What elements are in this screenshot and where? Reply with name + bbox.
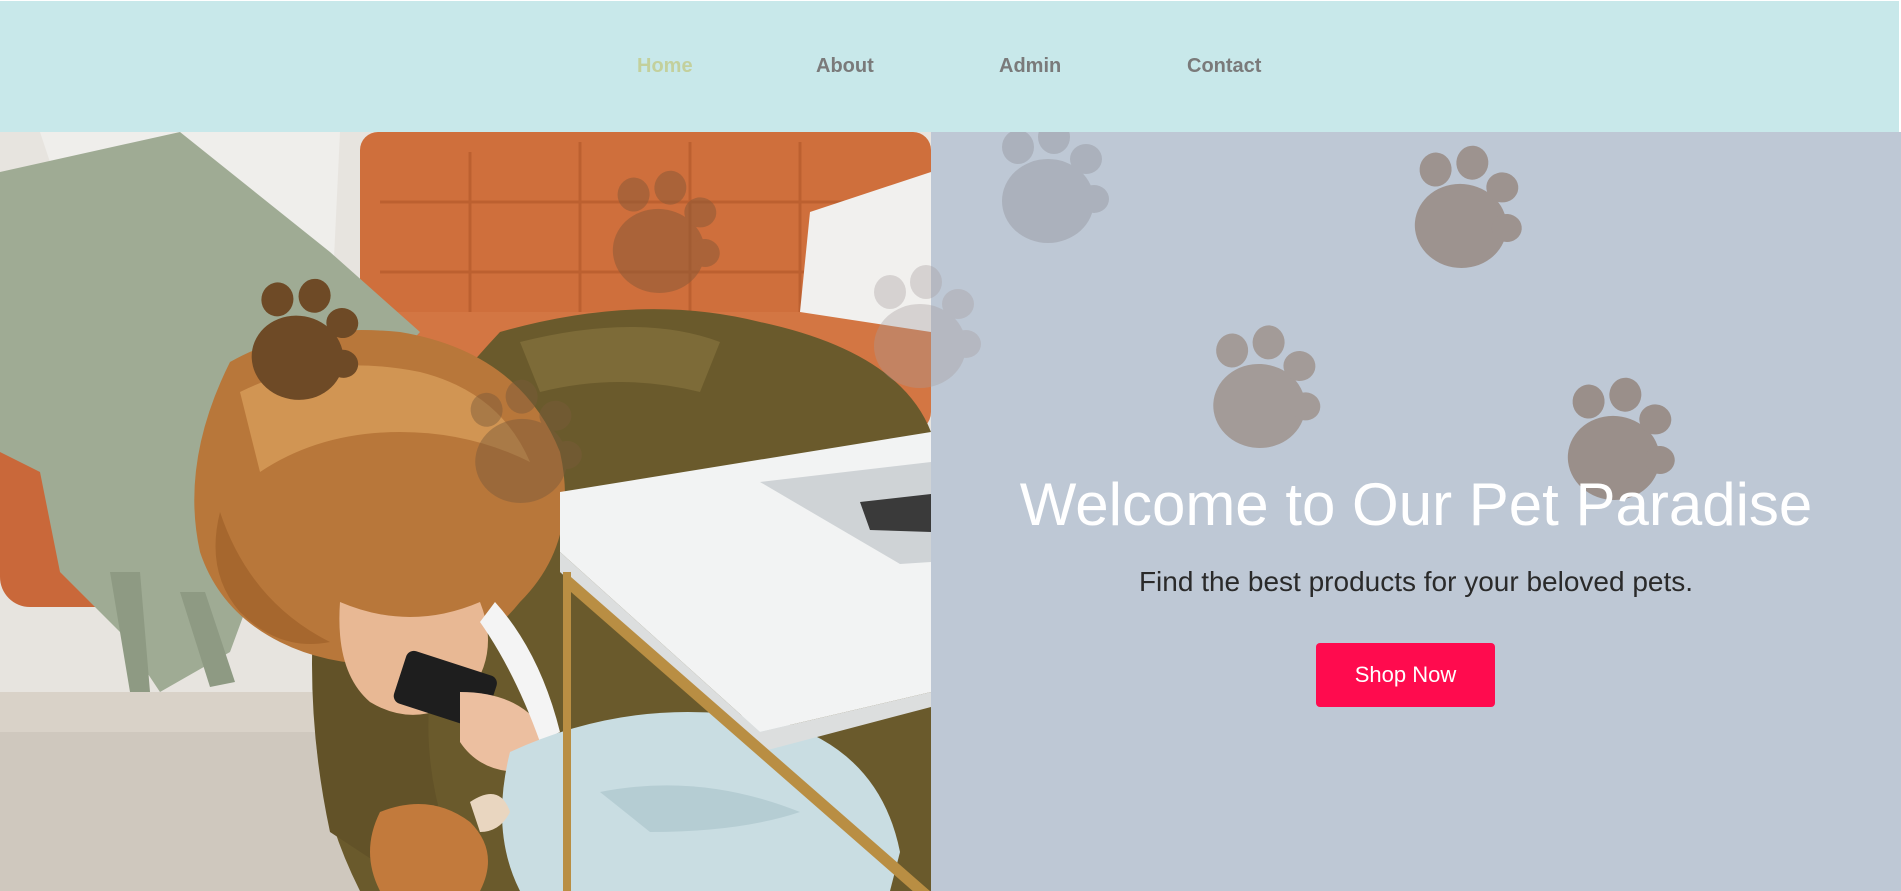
nav-home-link[interactable]: Home (637, 55, 693, 78)
shop-now-button[interactable]: Shop Now (1316, 643, 1495, 707)
hero-title: Welcome to Our Pet Paradise (1019, 471, 1813, 538)
nav-about-link[interactable]: About (816, 55, 874, 78)
page: Home About Admin Contact Welcome to Our … (0, 0, 1901, 891)
woman-with-puppy-photo (0, 132, 931, 891)
hero-subtitle: Find the best products for your beloved … (1138, 566, 1694, 597)
hero-text-block: Welcome to Our Pet Paradise Find the bes… (931, 0, 1901, 891)
hero-photo (0, 132, 931, 891)
